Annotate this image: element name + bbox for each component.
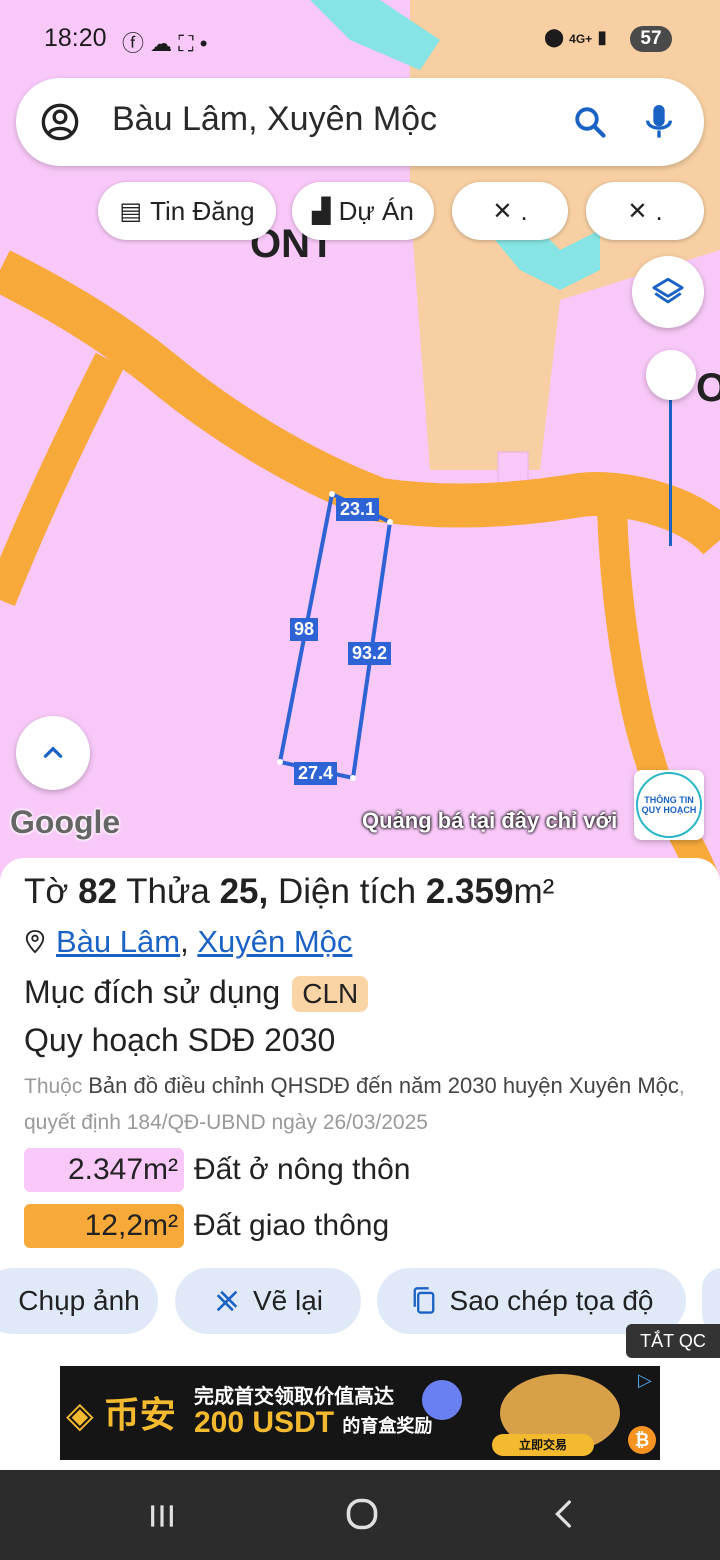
district-link[interactable]: Xuyên Mộc	[197, 924, 352, 959]
promo-text[interactable]: Quảng bá tại đây chỉ với	[362, 808, 617, 834]
planning-info-button[interactable]: THÔNG TIN QUY HOẠCH	[634, 770, 704, 840]
signal-icon: ▮	[597, 27, 608, 47]
dot-icon: •	[199, 31, 208, 56]
chip-tool-1[interactable]: ✕ .	[452, 182, 568, 240]
ruler-pencil-icon: ✕	[627, 197, 648, 225]
chip-label: Dự Án	[338, 195, 414, 226]
plan-title: Quy hoạch SDĐ 2030	[24, 1022, 336, 1058]
microphone-icon[interactable]	[642, 102, 676, 142]
zone-area: 2.347m²	[24, 1148, 184, 1192]
side-road	[0, 352, 125, 606]
separator: ,	[180, 924, 189, 959]
ad-brand: ◈ 币安	[66, 1386, 176, 1438]
ad-choices-icon[interactable]: ▷	[638, 1370, 652, 1391]
account-icon[interactable]	[40, 102, 80, 142]
expand-sheet-button[interactable]	[16, 716, 90, 790]
purpose-label: Mục đích sử dụng	[24, 974, 281, 1010]
plan-source: Thuộc Bản đồ điều chỉnh QHSDĐ đến năm 20…	[24, 1068, 714, 1141]
parcel-number: 25,	[219, 872, 269, 911]
location-line: Bàu Lâm, Xuyên Mộc	[24, 924, 352, 960]
edge-length-label: 98	[290, 618, 319, 641]
zone-area: 12,2m²	[24, 1204, 184, 1248]
ethereum-coin-icon	[422, 1380, 462, 1420]
search-icon[interactable]	[572, 104, 608, 140]
search-query[interactable]: Bàu Lâm, Xuyên Mộc	[112, 100, 437, 139]
action-label: Chụp ảnh	[18, 1285, 140, 1316]
chip-label: .	[520, 195, 528, 226]
chip-tool-2[interactable]: ✕ .	[586, 182, 704, 240]
search-bar[interactable]: Bàu Lâm, Xuyên Mộc	[16, 78, 704, 166]
status-bar: 18:20 ⓕ ☁ ⛶ • ⬤ 4G+ ▮ 57	[0, 0, 720, 80]
source-prefix: Thuộc	[24, 1075, 83, 1098]
ad-suffix: 的育盒奖励	[342, 1416, 433, 1436]
parcel-info-sheet[interactable]: Tờ 82 Thửa 25, Diện tích 2.359m² Bàu Lâm…	[0, 858, 720, 1470]
purpose-badge: CLN	[292, 976, 369, 1012]
battery-level: 57	[630, 26, 672, 52]
zone-row: 2.347m² Đất ở nông thôn	[24, 1148, 411, 1192]
cloud-icon: ☁	[150, 31, 173, 56]
chip-label: Tin Đăng	[150, 195, 255, 226]
edge-length-label: 23.1	[336, 498, 380, 521]
network-type: 4G+	[569, 32, 593, 46]
capture-button[interactable]: Chụp ảnh	[0, 1268, 158, 1334]
recent-apps-icon[interactable]	[146, 1500, 178, 1532]
opacity-slider-handle[interactable]	[646, 350, 696, 400]
zone-label: ON	[696, 366, 720, 410]
ad-brand-text: 币安	[103, 1394, 176, 1435]
newspaper-icon: ▤	[119, 197, 143, 225]
land-use-purpose: Mục đích sử dụng CLN	[24, 974, 369, 1012]
chevron-up-icon	[43, 746, 63, 758]
badge-text: THÔNG TIN	[644, 795, 694, 805]
system-icons: ⬤ 4G+ ▮	[544, 27, 607, 48]
bitcoin-coin-icon: ₿	[628, 1426, 656, 1454]
ad-line1: 完成首交领取价值高达	[194, 1386, 394, 1408]
edge-length-label: 93.2	[348, 642, 392, 665]
ruler-pencil-icon: ✕	[492, 197, 513, 225]
area-unit: m²	[513, 872, 555, 911]
chip-projects[interactable]: ▟ Dự Án	[292, 182, 434, 240]
system-nav-bar	[0, 1470, 720, 1560]
edge-length-label: 27.4	[294, 762, 338, 785]
redraw-button[interactable]: Vẽ lại	[175, 1268, 361, 1334]
area-label: Diện tích	[277, 872, 417, 911]
back-icon[interactable]	[548, 1498, 580, 1530]
ad-cta-button[interactable]: 立即交易	[492, 1434, 594, 1456]
commune-link[interactable]: Bàu Lâm	[56, 924, 180, 959]
zone-label: Đất giao thông	[194, 1209, 390, 1242]
home-icon[interactable]	[344, 1496, 380, 1532]
zone-row: 12,2m² Đất giao thông	[24, 1204, 389, 1248]
sheet-number: 82	[78, 872, 118, 911]
action-label: Vẽ lại	[252, 1285, 324, 1316]
zone-label: Đất ở nông thôn	[194, 1153, 411, 1186]
chip-listings[interactable]: ▤ Tin Đăng	[98, 182, 276, 240]
notification-icons: ⓕ ☁ ⛶ •	[122, 26, 208, 58]
layers-button[interactable]	[632, 256, 704, 328]
layers-icon	[652, 277, 684, 304]
screenshot-icon: ⛶	[178, 31, 194, 56]
status-time: 18:20	[44, 24, 107, 52]
area-value: 2.359	[425, 872, 514, 911]
ruler-pencil-icon	[216, 1290, 238, 1312]
parcel-title: Tờ 82 Thửa 25, Diện tích 2.359m²	[24, 872, 554, 912]
action-label: Sao chép tọa độ	[449, 1285, 654, 1316]
copy-icon	[413, 1287, 434, 1314]
chip-label: .	[655, 195, 663, 226]
parcel-label: Thửa	[126, 872, 210, 911]
ad-amount: 200 USDT	[194, 1406, 335, 1439]
badge-text: QUY HOẠCH	[641, 805, 697, 815]
location-pin-icon	[25, 930, 45, 954]
ad-banner[interactable]: ◈ 币安 完成首交领取价值高达 200 USDT 的育盒奖励 立即交易 ₿ ▷	[60, 1366, 660, 1460]
hide-ads-button[interactable]: TẮT QC	[626, 1324, 720, 1358]
binance-logo-icon: ◈	[66, 1394, 94, 1435]
sheet-label: Tờ	[24, 872, 69, 911]
facebook-icon: ⓕ	[122, 31, 145, 56]
location-icon: ⬤	[544, 27, 565, 47]
google-logo: Google	[10, 804, 121, 840]
source-map-name: Bản đồ điều chỉnh QHSDĐ đến năm 2030 huy…	[88, 1073, 679, 1098]
buildings-icon: ▟	[312, 197, 331, 225]
ad-line2: 200 USDT 的育盒奖励	[194, 1406, 432, 1440]
